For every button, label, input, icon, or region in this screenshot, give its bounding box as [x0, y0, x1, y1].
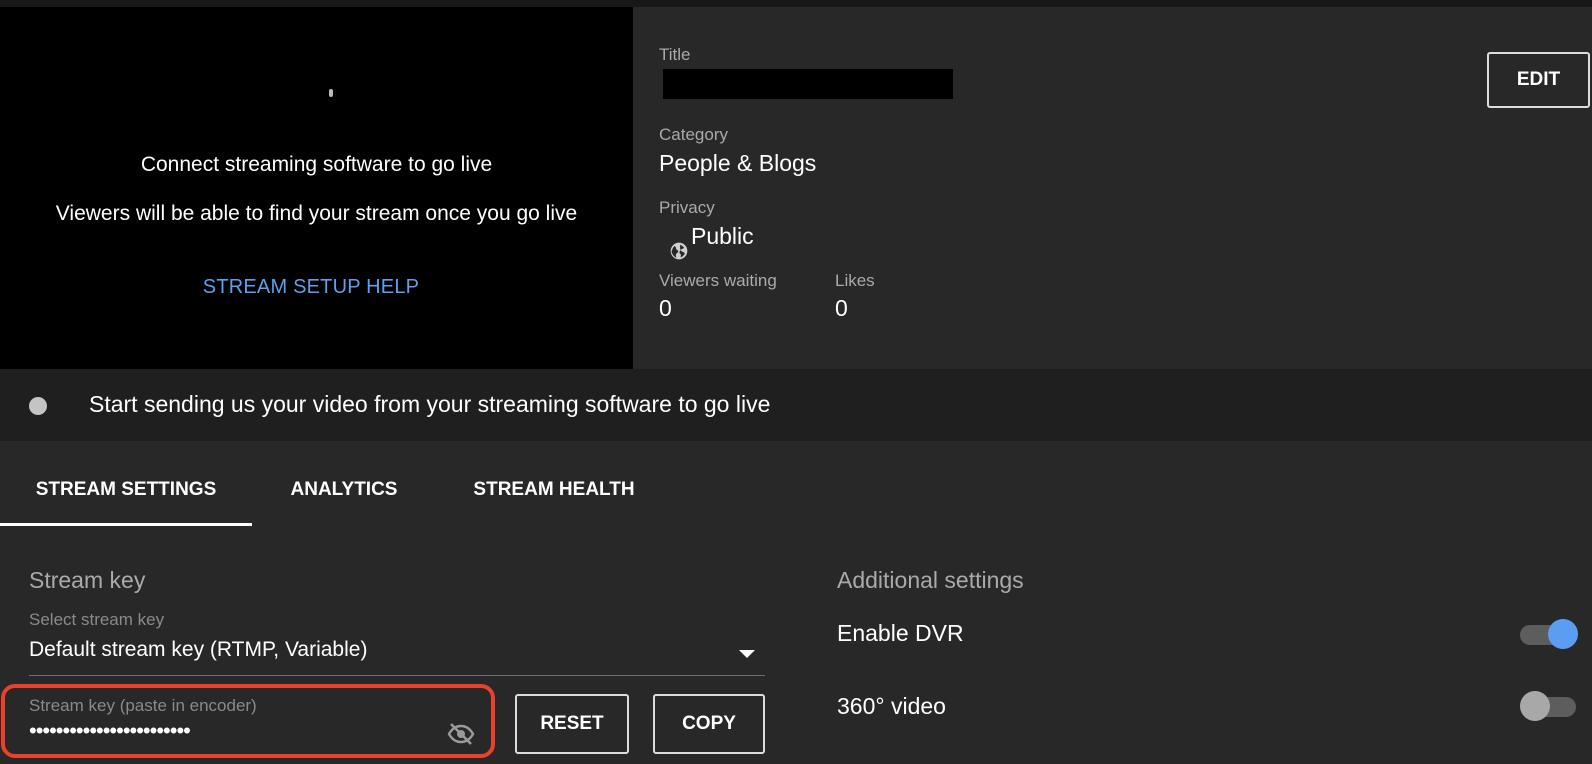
stream-key-select[interactable]: Select stream key Default stream key (RT… [29, 606, 765, 676]
select-stream-key-value: Default stream key (RTMP, Variable) [29, 638, 368, 661]
likes-label: Likes [835, 271, 875, 290]
copy-button[interactable]: COPY [653, 694, 765, 754]
stream-setup-help-link[interactable]: STREAM SETUP HELP [0, 276, 622, 299]
reset-button[interactable]: RESET [515, 694, 629, 754]
privacy-value: Public [691, 223, 754, 249]
360-video-label: 360° video [837, 693, 946, 719]
preview-message-secondary: Viewers will be able to find your stream… [55, 202, 578, 225]
stream-preview: Connect streaming software to go live Vi… [0, 7, 633, 369]
top-strip [0, 0, 1592, 7]
status-text: Start sending us your video from your st… [89, 391, 771, 417]
loading-spinner-icon [329, 89, 333, 97]
stream-key-field[interactable]: Stream key (paste in encoder) ••••••••••… [1, 684, 495, 758]
globe-icon [670, 242, 688, 260]
viewers-waiting-label: Viewers waiting [659, 271, 777, 290]
likes-value: 0 [835, 295, 848, 321]
enable-dvr-label: Enable DVR [837, 620, 964, 646]
stream-key-label: Stream key (paste in encoder) [29, 696, 257, 715]
status-indicator-icon [29, 397, 47, 415]
stream-status-bar: Start sending us your video from your st… [0, 369, 1592, 441]
privacy-label: Privacy [659, 198, 715, 217]
title-label: Title [659, 45, 691, 64]
tab-stream-health[interactable]: STREAM HEALTH [458, 448, 650, 526]
stream-key-value[interactable]: •••••••••••••••••••••••• [29, 718, 191, 744]
tab-analytics[interactable]: ANALYTICS [268, 448, 420, 526]
stream-key-section-title: Stream key [29, 567, 146, 593]
enable-dvr-toggle[interactable] [1520, 618, 1578, 649]
tab-bar: STREAM SETTINGS ANALYTICS STREAM HEALTH [0, 448, 1592, 526]
toggle-knob [1520, 691, 1550, 721]
additional-settings-title: Additional settings [837, 567, 1024, 593]
category-value: People & Blogs [659, 150, 817, 176]
toggle-knob [1548, 619, 1578, 649]
360-video-toggle[interactable] [1520, 690, 1576, 721]
dropdown-arrow-icon [739, 650, 755, 658]
viewers-waiting-value: 0 [659, 295, 672, 321]
tab-stream-settings[interactable]: STREAM SETTINGS [0, 448, 252, 526]
select-stream-key-label: Select stream key [29, 610, 165, 629]
stream-details-panel: Title EDIT Category People & Blogs Priva… [633, 7, 1592, 369]
category-label: Category [659, 125, 728, 144]
preview-message-primary: Connect streaming software to go live [140, 153, 493, 176]
eye-off-icon[interactable] [447, 722, 475, 746]
edit-button[interactable]: EDIT [1487, 52, 1590, 108]
title-value-redacted [663, 69, 953, 99]
